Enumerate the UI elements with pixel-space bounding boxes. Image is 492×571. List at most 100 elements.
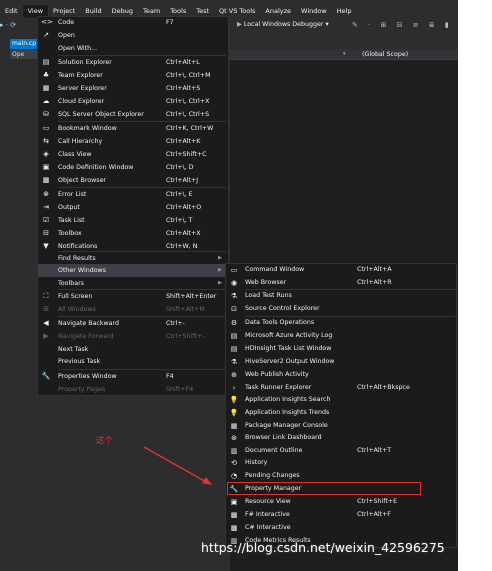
submenu-item-f-interactive[interactable]: ▩ F# Interactive Ctrl+Alt+F [226, 509, 456, 522]
menu-item-sql-server-object-explorer[interactable]: ⛁ SQL Server Object Explorer Ctrl+\, Ctrl+… [38, 108, 228, 121]
menu-item-properties-window[interactable]: 🔧 Properties Window F4 [38, 370, 228, 383]
submenu-item-microsoft-azure-activity-log[interactable]: ▤ Microsoft Azure Activity Log [226, 330, 456, 343]
menu-item-label: All Windows [58, 306, 96, 313]
submenu-item-resource-view[interactable]: ▣ Resource View Ctrl+Shift+E [226, 496, 456, 509]
menu-separator [58, 187, 226, 188]
menu-separator [58, 369, 226, 370]
menu-item-error-list[interactable]: ⊗ Error List Ctrl+\, E [38, 188, 228, 201]
menu-item-label: Bookmark Window [58, 125, 117, 132]
menu-item-label: Cloud Explorer [58, 98, 105, 105]
menu-item-code[interactable]: <> Code F7 [38, 16, 228, 29]
submenu-item-shortcut: Ctrl+Shift+E [357, 498, 398, 505]
menu-item-label: Full Screen [58, 293, 93, 300]
menu-item-shortcut: F4 [166, 373, 174, 380]
menu-item-shortcut: Ctrl+\, T [166, 217, 193, 224]
microsoft-azure-activity-log-icon: ▤ [230, 332, 238, 340]
menu-item-server-explorer[interactable]: ▦ Server Explorer Ctrl+Alt+S [38, 82, 228, 95]
tab-ope[interactable]: Ope [10, 50, 38, 59]
menu-analyze[interactable]: Analyze [260, 5, 296, 18]
menu-item-open[interactable]: ↗ Open [38, 29, 228, 42]
tab-main-cpp[interactable]: main.cp [10, 39, 38, 49]
menu-separator [245, 316, 455, 317]
menu-item-shortcut: Ctrl+\, E [166, 191, 193, 198]
bookmark-window-icon: ▭ [42, 124, 50, 132]
menu-item-code-definition-window[interactable]: ▣ Code Definition Window Ctrl+\, D [38, 161, 228, 174]
submenu-item-web-browser[interactable]: ◉ Web Browser Ctrl+Alt+R [226, 277, 456, 290]
submenu-item-data-tools-operations[interactable]: ⚙ Data Tools Operations [226, 317, 456, 330]
submenu-item-command-window[interactable]: ▭ Command Window Ctrl+Alt+A [226, 264, 456, 277]
menu-item-task-list[interactable]: ☑ Task List Ctrl+\, T [38, 214, 228, 227]
menu-separator [58, 316, 226, 317]
submenu-item-hiveserver2-output-window[interactable]: ⚗ HiveServer2 Output Window [226, 356, 456, 369]
application-insights-search-icon: 💡 [229, 396, 239, 404]
menu-item-label: Previous Task [58, 358, 101, 365]
menu-item-solution-explorer[interactable]: ▤ Solution Explorer Ctrl+Alt+L [38, 56, 228, 69]
menu-item-navigate-backward[interactable]: ◀ Navigate Backward Ctrl+- [38, 317, 228, 330]
toolbar-left-icons: ▸ · ⟳ [0, 21, 17, 29]
menu-item-object-browser[interactable]: ▩ Object Browser Ctrl+Alt+J [38, 174, 228, 187]
submenu-item-shortcut: Ctrl+Alt+A [357, 266, 392, 273]
debugger-label: Local Windows Debugger [243, 21, 324, 28]
submenu-item-hdinsight-task-list-window[interactable]: ▤ HDInsight Task List Window [226, 343, 456, 356]
menu-item-shortcut: Ctrl+\, Ctrl+M [166, 72, 211, 79]
menu-item-bookmark-window[interactable]: ▭ Bookmark Window Ctrl+K, Ctrl+W [38, 122, 228, 135]
menu-item-team-explorer[interactable]: ♣ Team Explorer Ctrl+\, Ctrl+M [38, 69, 228, 82]
submenu-item-label: Browser Link Dashboard [245, 434, 322, 441]
submenu-item-application-insights-trends[interactable]: 💡 Application Insights Trends [226, 407, 456, 420]
web-publish-activity-icon: ⊕ [231, 371, 237, 379]
menu-item-full-screen[interactable]: ⛶ Full Screen Shift+Alt+Enter [38, 290, 228, 303]
menu-edit[interactable]: Edit [0, 5, 23, 18]
menu-item-shortcut: Ctrl+Alt+S [166, 85, 201, 92]
watermark: https://blog.csdn.net/weixin_42596275 [201, 540, 445, 555]
full-screen-icon: ⛶ [43, 292, 49, 300]
browser-link-dashboard-icon: ⊛ [231, 434, 237, 442]
submenu-item-load-test-runs[interactable]: ⚗ Load Test Runs [226, 290, 456, 303]
menu-item-label: Open [58, 32, 75, 39]
cloud-explorer-icon: ☁ [42, 97, 50, 105]
submenu-item-label: Task Runner Explorer [245, 384, 312, 391]
menu-help[interactable]: Help [332, 5, 357, 18]
history-icon: ⟲ [231, 459, 237, 467]
menu-item-shortcut: Ctrl+Shift+C [166, 151, 207, 158]
dropdown-arrow-icon[interactable]: ▾ [343, 49, 346, 60]
toolbar-icons[interactable]: ✎ · ⊞ ⊟ ≡ ≣ ▮ [352, 19, 453, 31]
submenu-item-label: Application Insights Search [245, 396, 331, 403]
submenu-item-history[interactable]: ⟲ History [226, 457, 456, 470]
menu-item-shortcut: Ctrl+\, Ctrl+X [166, 98, 210, 105]
menu-item-previous-task[interactable]: Previous Task [38, 355, 228, 368]
submenu-item-task-runner-explorer[interactable]: › Task Runner Explorer Ctrl+Alt+Bkspce [226, 382, 456, 395]
submenu-item-shortcut: Ctrl+Alt+T [357, 447, 392, 454]
menu-item-open-with[interactable]: Open With... [38, 42, 228, 55]
submenu-item-application-insights-search[interactable]: 💡 Application Insights Search [226, 394, 456, 407]
resource-view-icon: ▣ [230, 498, 238, 506]
submenu-item-package-manager-console[interactable]: ▦ Package Manager Console [226, 420, 456, 433]
menu-item-label: Properties Window [58, 373, 117, 380]
menu-window[interactable]: Window [296, 5, 332, 18]
submenu-item-label: Data Tools Operations [245, 319, 315, 326]
local-debugger-button[interactable]: ▶ Local Windows Debugger ▾ [237, 19, 329, 31]
menu-item-shortcut: Ctrl+Alt+J [166, 177, 199, 184]
submenu-item-pending-changes[interactable]: ◔ Pending Changes [226, 470, 456, 483]
submenu-item-label: HDInsight Task List Window [245, 345, 332, 352]
menu-item-toolbox[interactable]: ⊟ Toolbox Ctrl+Alt+X [38, 227, 228, 240]
submenu-item-browser-link-dashboard[interactable]: ⊛ Browser Link Dashboard [226, 432, 456, 445]
submenu-item-web-publish-activity[interactable]: ⊕ Web Publish Activity [226, 369, 456, 382]
submenu-item-label: Load Test Runs [245, 292, 292, 299]
pending-changes-icon: ◔ [230, 472, 238, 480]
menu-item-class-view[interactable]: ◈ Class View Ctrl+Shift+C [38, 148, 228, 161]
submenu-item-label: Package Manager Console [245, 422, 328, 429]
submenu-item-label: Source Control Explorer [245, 305, 320, 312]
menu-item-cloud-explorer[interactable]: ☁ Cloud Explorer Ctrl+\, Ctrl+X [38, 95, 228, 108]
menu-item-output[interactable]: ⇥ Output Ctrl+Alt+O [38, 201, 228, 214]
submenu-item-c-interactive[interactable]: ▩ C# Interactive [226, 522, 456, 535]
document-outline-icon: ▥ [230, 447, 238, 455]
menu-item-label: Server Explorer [58, 85, 107, 92]
menu-item-call-hierarchy[interactable]: ⇆ Call Hierarchy Ctrl+Alt+K [38, 135, 228, 148]
menu-item-other-windows[interactable]: Other Windows ▶ [38, 264, 228, 277]
submenu-item-document-outline[interactable]: ▥ Document Outline Ctrl+Alt+T [226, 445, 456, 458]
scope-dropdown[interactable]: (Global Scope) [362, 49, 408, 60]
menu-item-label: Property Pages [58, 386, 106, 393]
submenu-item-source-control-explorer[interactable]: ⊡ Source Control Explorer [226, 303, 456, 316]
submenu-item-label: Command Window [245, 266, 305, 273]
c-interactive-icon: ▩ [230, 524, 238, 532]
